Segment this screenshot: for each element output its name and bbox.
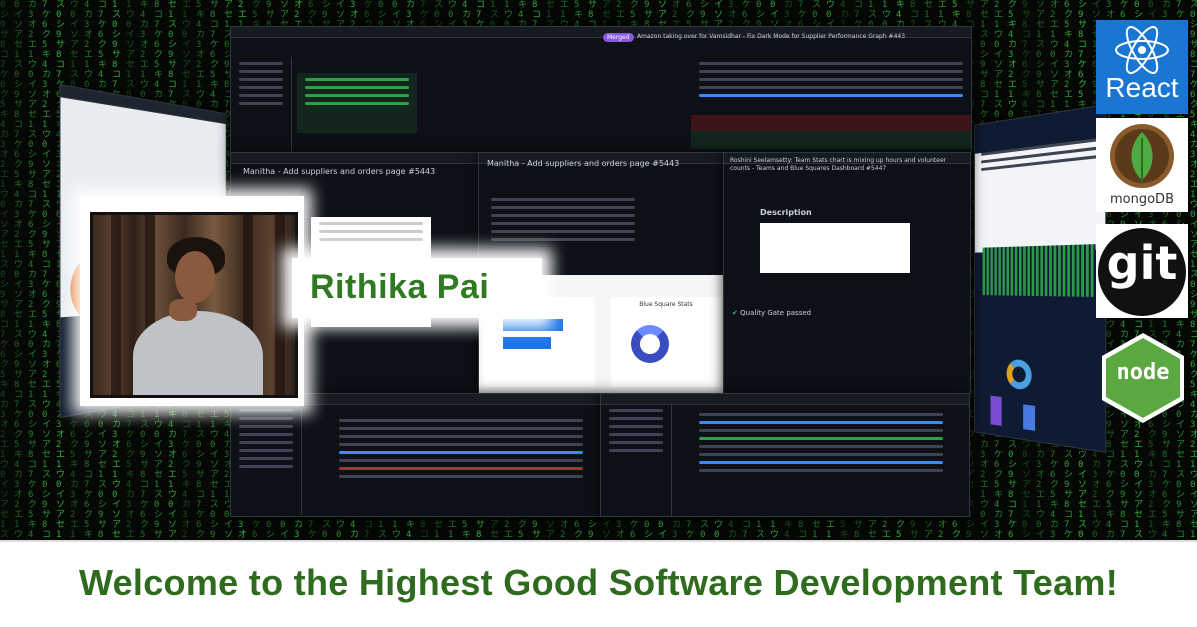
matrix-glyph-column: ス0シ9サ8コ7ケ6ク5キ4カ3オ2エ1ウ0イソアセ1ス0シ9サ8コ7ケ6ク5キ… (1190, 0, 1197, 540)
pr-center-title: Manitha - Add suppliers and orders page … (487, 159, 680, 168)
pr-window-right: Roshini Seelamsetty: Team Stats chart is… (723, 152, 971, 394)
matrix-glyph-column: 0シ9サ8コ7ケ6ク5キ4カ3オ2エ1ウ0イソアセ1ス0シ9サ8コ7ケ6ク5キ4… (0, 0, 10, 540)
blue-square-stats-title: Blue Square Stats (639, 301, 693, 308)
merged-badge: Merged (603, 33, 634, 42)
quality-gate: ✔ Quality Gate passed (732, 309, 812, 317)
description-heading: Description (760, 208, 812, 217)
mongodb-label: mongoDB (1110, 192, 1174, 207)
collage-stage: 0シ9サ8コ7ケ6ク5キ4カ3オ2エ1ウ0イソアセ1ス0シ9サ8コ7ケ6ク5キ4… (0, 0, 1197, 627)
matrix-glyph-column: 7ケ6ク5キ4カ3オ2エ1ウ0イソアセ1ス0シ9サ8コ7ケ6ク5キ4カ3オ2エ1… (42, 0, 52, 540)
member-name: Rithika Pai (310, 268, 490, 306)
chart-bar (503, 319, 563, 331)
pr-right-title: Roshini Seelamsetty: Team Stats chart is… (730, 157, 947, 172)
node-badge: node (1098, 330, 1188, 426)
code-editor-right (600, 393, 970, 517)
mongodb-leaf-icon (1110, 124, 1174, 188)
matrix-glyph-column: 0イソアセ1ス0シ9サ8コ7ケ6ク5キ4カ3オ2エ1ウ0イソアセ1ス0シ9サ8コ… (14, 0, 24, 540)
right-tilted-screenshot (974, 103, 1107, 454)
node-label: node (1116, 360, 1170, 385)
git-logo-icon: git (1098, 228, 1186, 316)
donut-chart (631, 325, 669, 363)
profile-photo-frame (80, 196, 304, 406)
name-label: Rithika Pai (292, 258, 542, 318)
react-label: React (1105, 72, 1179, 103)
welcome-banner: Welcome to the Highest Good Software Dev… (0, 540, 1197, 627)
code-editor-left (230, 393, 602, 517)
git-label: git (1106, 236, 1178, 290)
matrix-glyph-column: カ3オ2エ1ウ0イソアセ1ス0シ9サ8コ7ケ6ク5キ4カ3オ2エ1ウ0イソアセ1… (28, 0, 38, 540)
welcome-headline: Welcome to the Highest Good Software Dev… (78, 562, 1119, 603)
pr-title: Amazon taking over for Vamsidhar - Fix D… (637, 33, 906, 40)
profile-photo (90, 212, 298, 398)
react-atom-icon (1115, 26, 1169, 74)
chart-bar (503, 337, 551, 349)
pr-left-title: Manitha - Add suppliers and orders page … (243, 167, 436, 176)
mongodb-badge: mongoDB (1096, 118, 1188, 212)
react-badge: React (1096, 20, 1188, 114)
pr-diff-window: Merged Amazon taking over for Vamsidhar … (230, 26, 972, 153)
git-badge: git (1096, 224, 1188, 318)
